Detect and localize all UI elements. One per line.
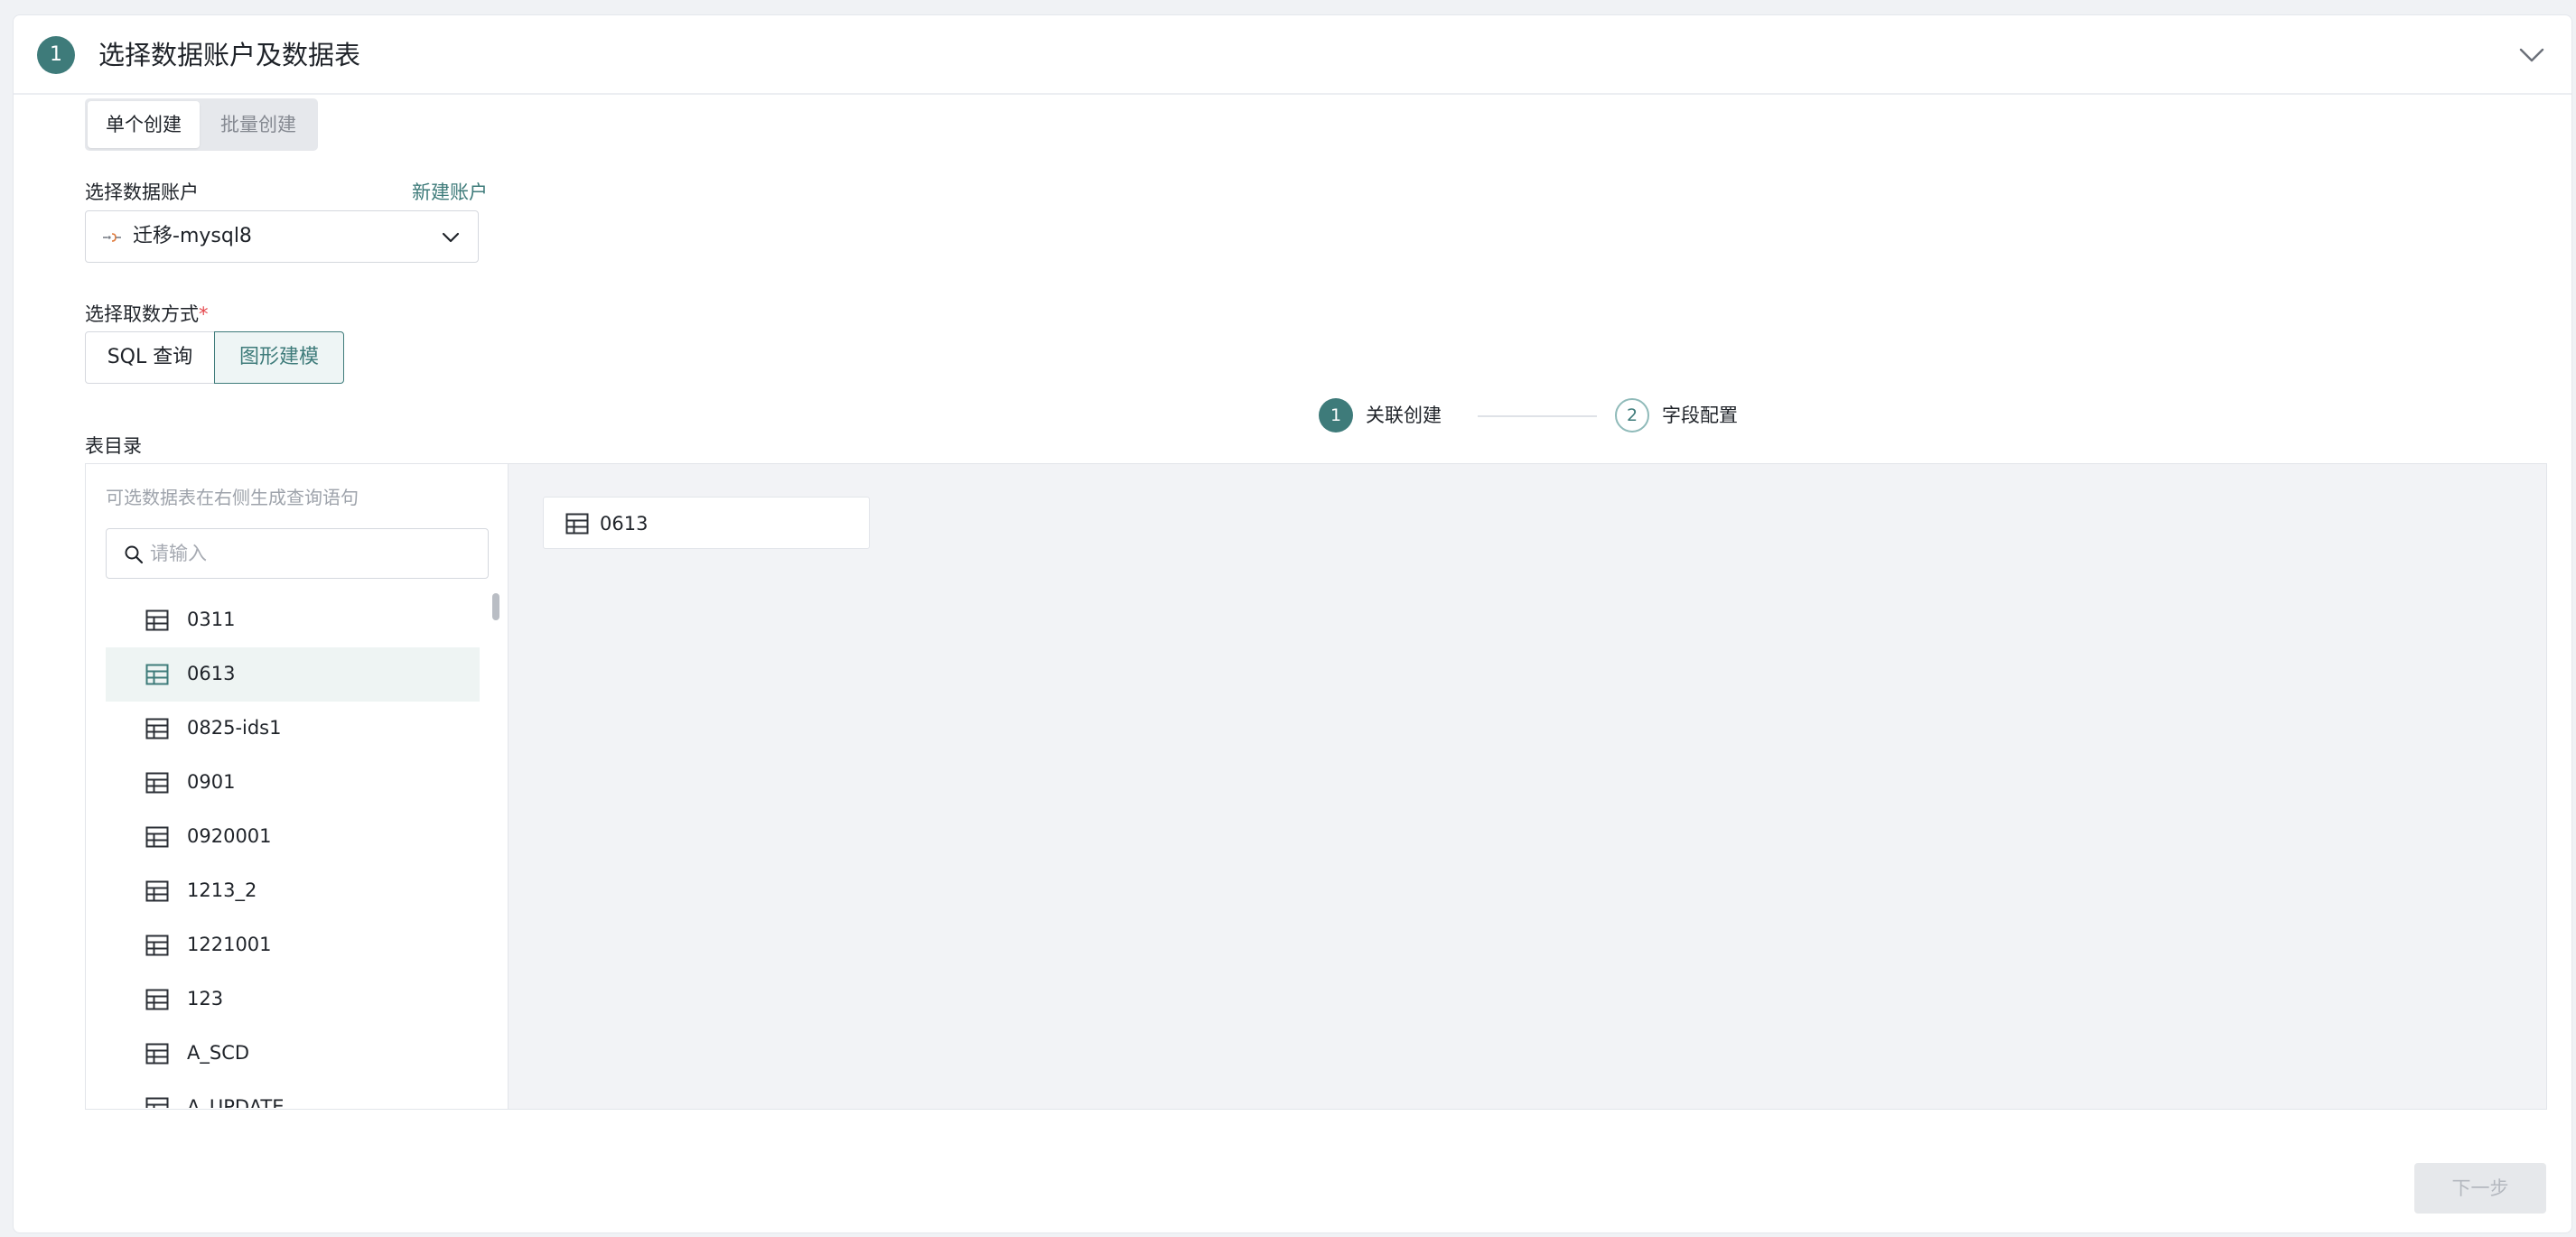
table-item-0825-ids1[interactable]: 0825-ids1 [106, 702, 480, 756]
batch-create-button[interactable]: 批量创建 [202, 101, 314, 148]
table-search-input[interactable] [150, 538, 475, 569]
table-item-label: 0613 [187, 663, 236, 684]
table-icon [145, 664, 169, 685]
account-select-value: 迁移-mysql8 [133, 225, 252, 247]
table-item-label: 0920001 [187, 825, 272, 847]
table-icon [145, 772, 169, 794]
step-number-badge: 1 [37, 36, 75, 74]
database-plug-icon [103, 233, 121, 242]
table-dir-label: 表目录 [85, 435, 142, 457]
table-item-label: 0901 [187, 771, 236, 793]
table-item-0613[interactable]: 0613 [106, 647, 480, 702]
table-icon [145, 718, 169, 739]
method-label: 选择取数方式* [85, 301, 209, 328]
chevron-down-icon [442, 232, 460, 243]
table-icon [145, 880, 169, 902]
table-icon [145, 989, 169, 1010]
table-icon [145, 826, 169, 848]
table-item-0920001[interactable]: 0920001 [106, 810, 480, 864]
canvas-table-node[interactable]: 0613 [543, 497, 870, 549]
table-item-1221001[interactable]: 1221001 [106, 918, 480, 972]
table-icon [145, 609, 169, 631]
table-item-1213-2[interactable]: 1213_2 [106, 864, 480, 918]
search-icon [125, 545, 144, 564]
table-icon [145, 935, 169, 956]
account-label: 选择数据账户 [85, 181, 199, 203]
canvas-node-label: 0613 [600, 513, 649, 535]
table-icon [145, 1043, 169, 1065]
step-1-circle: 1 [1319, 398, 1353, 432]
chevron-up-down-icon[interactable] [2517, 42, 2546, 68]
single-create-button[interactable]: 单个创建 [88, 101, 200, 148]
tree-scrollbar[interactable] [492, 593, 499, 620]
table-item-label: 123 [187, 988, 224, 1009]
card-title: 选择数据账户及数据表 [98, 40, 361, 70]
table-tree-panel: 可选数据表在右侧生成查询语句 0311 0613 0825-ids1 0901 … [85, 463, 508, 1110]
step-1-label[interactable]: 关联创建 [1366, 402, 1442, 429]
table-item-0311[interactable]: 0311 [106, 593, 480, 647]
table-search-box[interactable] [106, 528, 489, 579]
table-icon [565, 513, 589, 535]
step-2-label[interactable]: 字段配置 [1662, 402, 1738, 429]
next-step-button[interactable]: 下一步 [2414, 1163, 2546, 1214]
table-item-a-update[interactable]: A_UPDATE [106, 1081, 480, 1108]
table-tree-hint: 可选数据表在右侧生成查询语句 [106, 487, 359, 508]
modeling-steps: 1 关联创建 2 字段配置 [1319, 398, 1770, 436]
sql-query-button[interactable]: SQL 查询 [85, 331, 215, 384]
table-item-label: A_UPDATE [187, 1096, 285, 1108]
table-item-label: A_SCD [187, 1042, 250, 1064]
step-connector [1478, 415, 1597, 417]
table-item-0901[interactable]: 0901 [106, 756, 480, 810]
required-mark: * [199, 303, 209, 325]
table-item-123[interactable]: 123 [106, 972, 480, 1027]
table-item-label: 1213_2 [187, 879, 257, 901]
table-list: 0311 0613 0825-ids1 0901 0920001 1213_2 … [106, 593, 480, 1108]
graph-modeling-button[interactable]: 图形建模 [214, 331, 344, 384]
method-label-text: 选择取数方式 [85, 303, 199, 325]
table-item-label: 0311 [187, 609, 236, 630]
create-mode-toggle: 单个创建 批量创建 [85, 98, 318, 151]
table-icon [145, 1097, 169, 1108]
table-item-a-scd[interactable]: A_SCD [106, 1027, 480, 1081]
table-item-label: 0825-ids1 [187, 717, 282, 739]
table-item-label: 1221001 [187, 934, 272, 955]
step-2-circle: 2 [1615, 398, 1649, 432]
account-select[interactable]: 迁移-mysql8 [85, 210, 479, 263]
new-account-link[interactable]: 新建账户 [412, 179, 488, 206]
card-header[interactable]: 1 选择数据账户及数据表 [14, 15, 2571, 95]
modeling-canvas[interactable]: 0613 [508, 463, 2547, 1110]
